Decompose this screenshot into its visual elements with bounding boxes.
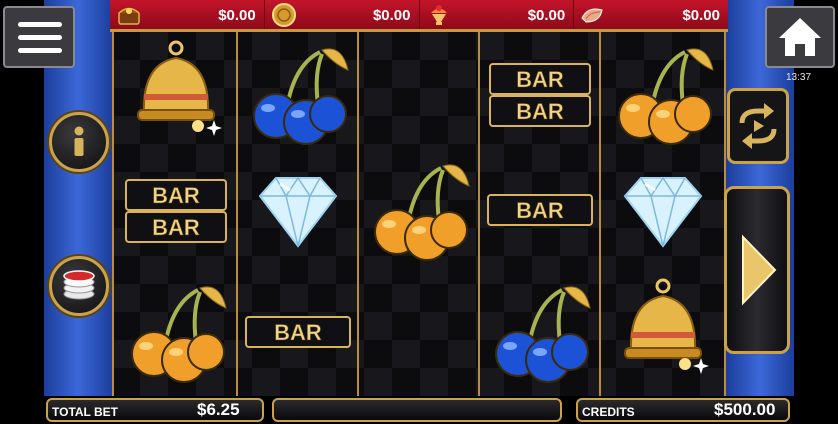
cherries-gold-icon xyxy=(374,164,470,261)
gold-coin-icon xyxy=(271,3,296,27)
svg-text:BAR: BAR xyxy=(152,215,200,240)
cherries-blue-icon xyxy=(495,286,591,383)
credits-label: CREDITS xyxy=(582,405,635,419)
cherries-gold-symbol xyxy=(603,34,723,154)
autoplay-button[interactable] xyxy=(727,88,789,164)
total-bet-value: $6.25 xyxy=(197,400,240,419)
single-bar-icon: BAR xyxy=(245,316,351,348)
double-bar-icon: BAR BAR xyxy=(125,179,227,243)
svg-text:BAR: BAR xyxy=(516,67,564,92)
svg-text:BAR: BAR xyxy=(274,320,322,345)
menu-button[interactable] xyxy=(3,6,75,68)
reel-4: BAR BAR BAR xyxy=(480,32,600,396)
jackpot-value: $0.00 xyxy=(682,7,720,24)
reel-1: BAR BAR xyxy=(116,32,236,396)
jackpot-value: $0.00 xyxy=(527,7,566,24)
clock: 13:37 xyxy=(786,72,812,83)
cherries-gold-icon xyxy=(618,48,714,145)
cherries-blue-symbol xyxy=(238,34,358,154)
info-icon xyxy=(74,126,84,156)
reel-2: BAR xyxy=(238,32,358,396)
play-icon xyxy=(742,234,777,306)
credits-value: $500.00 xyxy=(714,400,776,419)
jackpot-segment: $0.00 xyxy=(573,0,728,29)
double-bar-icon: BAR BAR xyxy=(489,63,591,127)
bell-icon xyxy=(624,278,709,374)
menu-line xyxy=(18,35,62,40)
cherries-gold-symbol xyxy=(359,150,479,270)
jackpot-segment: $0.00 xyxy=(110,0,264,29)
message-box xyxy=(272,398,562,422)
chip-stack-icon xyxy=(63,270,95,300)
info-button[interactable] xyxy=(49,112,109,172)
empty-icon xyxy=(359,34,479,154)
treasure-chest-icon xyxy=(118,7,140,25)
spin-button[interactable] xyxy=(724,186,790,354)
reel-divider xyxy=(112,32,114,396)
reel-5 xyxy=(603,32,723,396)
diamond-icon xyxy=(258,176,338,248)
svg-text:BAR: BAR xyxy=(516,198,564,223)
single-bar-icon: BAR xyxy=(487,194,593,226)
bell-icon xyxy=(137,40,222,136)
jackpot-segment: $0.00 xyxy=(263,0,419,29)
cherries-blue-icon xyxy=(253,48,349,145)
svg-text:BAR: BAR xyxy=(516,99,564,124)
autoplay-icon xyxy=(739,103,777,149)
empty-symbol xyxy=(359,272,479,392)
bell-symbol xyxy=(603,272,723,392)
menu-line xyxy=(18,22,62,27)
total-bet-label: TOTAL BET xyxy=(52,405,118,419)
jackpot-value: $0.00 xyxy=(218,7,256,24)
home-button[interactable] xyxy=(765,6,835,68)
double-bar-symbol: BAR BAR xyxy=(116,150,236,270)
svg-text:BAR: BAR xyxy=(152,183,200,208)
seashell-icon xyxy=(581,8,603,23)
empty-icon xyxy=(359,272,479,392)
jackpot-segment: $0.00 xyxy=(418,0,574,29)
menu-line xyxy=(18,48,62,53)
cherries-blue-symbol xyxy=(480,272,600,392)
jackpot-bar: $0.00 $0.00 $0.00 $0.00 xyxy=(110,0,728,32)
diamond-symbol xyxy=(238,150,358,270)
home-icon xyxy=(779,18,821,56)
bell-symbol xyxy=(116,34,236,154)
jackpot-value: $0.00 xyxy=(372,7,411,24)
cherries-gold-symbol xyxy=(116,272,236,392)
diamond-symbol xyxy=(603,150,723,270)
cherries-gold-icon xyxy=(131,286,227,383)
single-bar-symbol: BAR xyxy=(480,150,600,270)
single-bar-symbol: BAR xyxy=(238,272,358,392)
double-bar-symbol: BAR BAR xyxy=(480,34,600,154)
empty-symbol xyxy=(359,34,479,154)
diamond-icon xyxy=(623,176,703,248)
bet-button[interactable] xyxy=(49,256,109,316)
reel-3 xyxy=(359,32,479,396)
sundae-icon xyxy=(430,5,447,25)
